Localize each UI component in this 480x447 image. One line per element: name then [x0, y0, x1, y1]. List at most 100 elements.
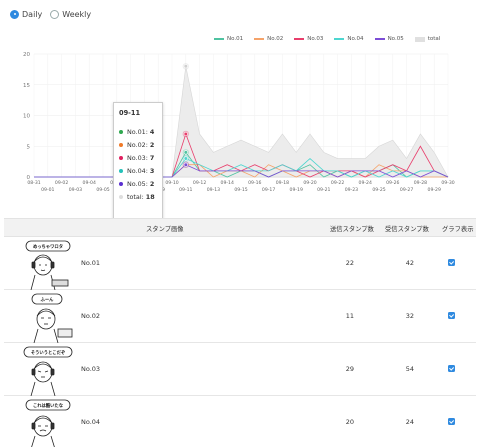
- x-tick-label: 09-15: [234, 187, 247, 193]
- legend-item-no01[interactable]: No.01: [214, 36, 243, 42]
- stamp-name: No.03: [81, 365, 101, 373]
- daily-label: Daily: [22, 9, 43, 19]
- tooltip-row-no05: No.05: 2: [119, 177, 157, 190]
- legend-item-no02[interactable]: No.02: [254, 36, 283, 42]
- legend-swatch-no05: [374, 38, 385, 40]
- legend-swatch-no02: [254, 38, 265, 40]
- header-stamp-image: スタンプ画像: [146, 226, 184, 233]
- tooltip-label-no05: No.05:: [127, 179, 148, 188]
- stamp-image: これは酷いたな: [25, 399, 71, 447]
- x-tick-label: 09-01: [41, 187, 54, 193]
- sent-count: 22: [345, 259, 354, 267]
- graph-display-checkbox[interactable]: [448, 365, 455, 372]
- x-tick-label: 09-02: [55, 180, 68, 186]
- legend-item-no05[interactable]: No.05: [374, 36, 404, 42]
- tooltip-value-no01: 4: [149, 127, 155, 136]
- legend-swatch-no04: [334, 38, 345, 40]
- stamp-name: No.01: [81, 259, 101, 267]
- tooltip-value-no04: 3: [149, 166, 155, 175]
- table-row: そういうとこだぞ No.03 29 54: [4, 344, 476, 396]
- sent-count: 11: [345, 312, 354, 320]
- tooltip-value-no02: 2: [149, 140, 155, 149]
- tooltip-row-total: total: 18: [119, 190, 157, 203]
- x-tick-label: 09-05: [96, 187, 109, 193]
- legend-label-no01: No.01: [227, 36, 244, 42]
- x-tick-label: 09-28: [414, 180, 427, 186]
- daily-toggle[interactable]: Daily: [10, 9, 43, 19]
- stamp-image: そういうとこだぞ: [23, 346, 73, 396]
- tooltip-row-no03: No.03: 7: [119, 151, 157, 164]
- y-tick-label: 10: [23, 114, 30, 120]
- highlight-point-no05: [183, 162, 188, 167]
- x-tick-label: 08-31: [27, 180, 40, 186]
- stamp-name: No.02: [81, 312, 101, 320]
- highlight-point-no03: [183, 131, 188, 137]
- tooltip-date: 09-11: [119, 109, 141, 117]
- tooltip-dot-total: [119, 194, 123, 199]
- tooltip-row-no04: No.04: 3: [119, 164, 157, 177]
- legend-item-no04[interactable]: No.04: [334, 36, 364, 42]
- x-tick-label: 09-03: [69, 187, 82, 193]
- tooltip-dot-no02: [119, 142, 123, 147]
- graph-display-checkbox[interactable]: [448, 259, 455, 266]
- x-tick-label: 09-17: [262, 187, 275, 193]
- x-tick-label: 09-27: [400, 187, 413, 193]
- weekly-label: Weekly: [62, 9, 92, 19]
- tooltip-value-total: 18: [145, 192, 155, 201]
- tooltip-value-no05: 2: [149, 179, 155, 188]
- highlight-point-no04: [183, 156, 188, 161]
- x-tick-label: 09-23: [345, 187, 358, 193]
- received-count: 54: [405, 365, 414, 373]
- chart-tooltip: 09-11 No.01: 4 No.02: 2 No.03: 7 No.04: 3 No…: [113, 102, 163, 224]
- table-row: めっちゃワロタ No.01 22 42: [4, 238, 476, 290]
- tooltip-dot-no01: [119, 129, 123, 134]
- tooltip-label-no02: No.02:: [127, 140, 148, 149]
- daily-radio[interactable]: [10, 9, 19, 19]
- weekly-toggle[interactable]: Weekly: [50, 9, 92, 19]
- weekly-radio[interactable]: [50, 9, 60, 19]
- x-tick-label: 09-30: [441, 180, 454, 186]
- x-tick-label: 09-13: [207, 187, 220, 193]
- y-tick-label: 15: [23, 83, 30, 89]
- stamp-bubble-text: ふーん: [41, 296, 55, 303]
- x-tick-label: 09-21: [317, 187, 330, 193]
- tooltip-dot-no03: [119, 155, 123, 160]
- graph-display-checkbox[interactable]: [448, 312, 455, 319]
- x-tick-label: 09-10: [165, 180, 178, 186]
- received-count: 24: [405, 418, 414, 426]
- tooltip-label-no03: No.03:: [127, 153, 148, 162]
- sent-count: 29: [345, 365, 354, 373]
- x-tick-label: 09-26: [386, 180, 399, 186]
- tooltip-row-no01: No.01: 4: [119, 125, 157, 138]
- legend-label-no03: No.03: [307, 36, 324, 42]
- x-tick-label: 09-25: [372, 187, 385, 193]
- table-row: ふーん No.02 11 32: [4, 291, 476, 343]
- x-tick-label: 09-12: [193, 180, 206, 186]
- legend-label-total: total: [427, 36, 441, 42]
- x-tick-label: 09-19: [290, 187, 303, 193]
- stamp-bubble-text: そういうとこだぞ: [31, 349, 66, 356]
- legend-label-no02: No.02: [267, 36, 284, 42]
- highlight-point-no01: [183, 150, 188, 155]
- header-received-count: 受信スタンプ数: [385, 226, 429, 233]
- tooltip-row-no02: No.02: 2: [119, 138, 157, 151]
- stamp-bubble-text: めっちゃワロタ: [33, 243, 63, 250]
- y-tick-label: 20: [23, 52, 30, 58]
- legend-item-total[interactable]: total: [414, 36, 441, 42]
- highlight-point-total: [183, 64, 188, 69]
- legend-item-no03[interactable]: No.03: [294, 36, 323, 42]
- legend-swatch-no03: [294, 38, 305, 40]
- y-tick-label: 5: [27, 144, 31, 150]
- header-sent-count: 送信スタンプ数: [330, 226, 374, 233]
- x-tick-label: 09-16: [248, 180, 261, 186]
- legend-label-no05: No.05: [387, 36, 404, 42]
- period-toggle: Daily Weekly: [10, 6, 99, 22]
- stamp-line-chart: 0510152008-3109-0209-0409-0609-0809-1009…: [23, 52, 455, 193]
- x-tick-label: 09-18: [276, 180, 289, 186]
- stamp-image: めっちゃワロタ: [25, 240, 71, 290]
- tooltip-dot-no05: [119, 181, 123, 186]
- x-tick-label: 09-11: [179, 187, 192, 193]
- graph-display-checkbox[interactable]: [448, 418, 455, 425]
- stamp-bubble-text: これは酷いたな: [33, 402, 64, 409]
- legend-swatch-no01: [214, 38, 224, 40]
